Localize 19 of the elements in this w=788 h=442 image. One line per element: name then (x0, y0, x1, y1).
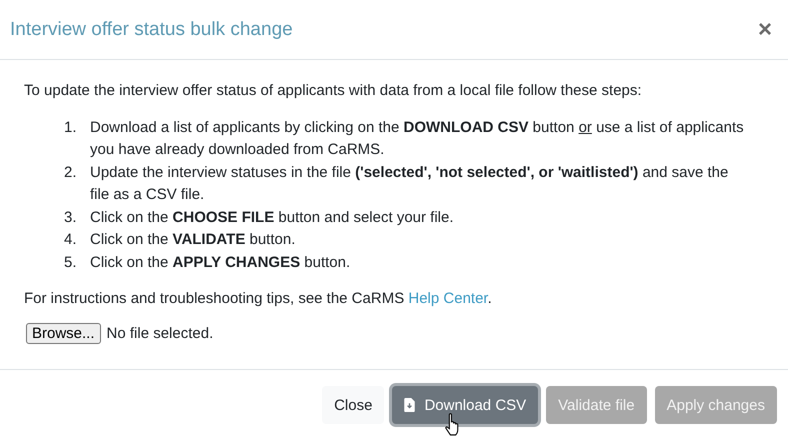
file-download-icon (404, 398, 416, 412)
step-number: 4. (64, 230, 78, 250)
step-text: Click on the APPLY CHANGES button. (90, 252, 352, 272)
step-text: Click on the CHOOSE FILE button and select your file. (90, 208, 455, 228)
step-number: 5. (64, 252, 78, 272)
browse-button[interactable]: Browse... (26, 323, 101, 344)
intro-text: To update the interview offer status of applicants with data from a local file follow these steps: (24, 81, 643, 101)
dialog-title: Interview offer status bulk change (10, 18, 293, 40)
file-status: No file selected. (106, 324, 214, 344)
step-text: Click on the VALIDATE button. (90, 230, 296, 250)
close-button[interactable]: Close (322, 386, 384, 424)
help-text: For instructions and troubleshooting tips, see the CaRMS Help Center. (24, 289, 493, 309)
step-number: 2. (64, 162, 78, 182)
hand-cursor-icon (444, 413, 462, 436)
step-text: Download a list of applicants by clicking on the DOWNLOAD CSV button or use a list of applicants you have already downloaded from CaRMS. (90, 118, 745, 160)
step-number: 1. (64, 118, 78, 138)
step-text: Update the interview statuses in the file ('selected', 'not selected', or 'waitlisted') and save the file as a CSV file. (90, 162, 730, 205)
help-center-link[interactable]: Help Center (408, 290, 488, 307)
step-number: 3. (64, 208, 78, 228)
